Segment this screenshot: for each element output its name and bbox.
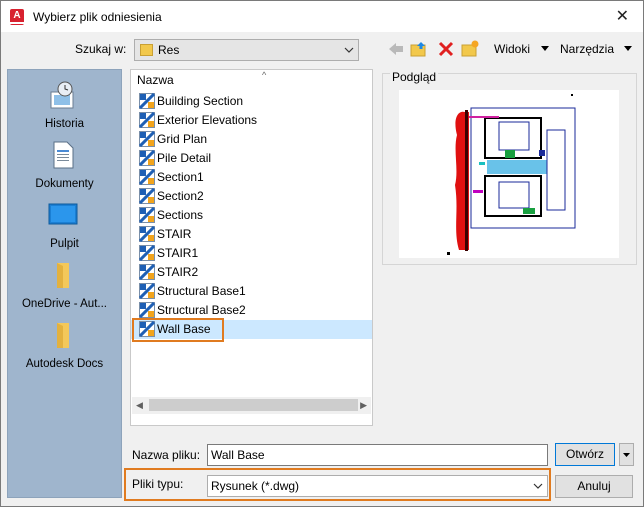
scrollbar-thumb[interactable] <box>149 399 358 411</box>
title-bar: A Wybierz plik odniesienia ✕ <box>1 1 643 32</box>
place-label: Dokumenty <box>35 178 94 190</box>
desktop-icon <box>48 203 78 225</box>
file-name-text: STAIR1 <box>157 246 199 260</box>
tools-menu[interactable]: Narzędzia <box>560 42 614 56</box>
file-name-text: Exterior Elevations <box>157 113 258 127</box>
open-button-label: Otwórz <box>565 447 604 461</box>
tools-dropdown-arrow-icon[interactable] <box>624 46 632 51</box>
places-bar: Historia Dokumenty Pulpit OneDrive - Aut… <box>7 69 122 498</box>
look-in-dropdown[interactable]: Res <box>134 39 359 61</box>
file-name-text: Grid Plan <box>157 132 208 146</box>
place-documents[interactable]: Dokumenty <box>8 134 121 194</box>
place-label: Autodesk Docs <box>25 358 104 370</box>
views-dropdown-arrow-icon[interactable] <box>541 46 549 51</box>
file-name-label: Nazwa pliku: <box>132 448 201 462</box>
new-folder-icon[interactable] <box>461 40 479 58</box>
chevron-down-icon <box>533 483 543 489</box>
file-list-item[interactable]: STAIR <box>131 225 372 244</box>
place-label: Pulpit <box>50 238 79 250</box>
horizontal-scrollbar[interactable]: ◀ ▶ <box>132 397 371 414</box>
file-name-text: Structural Base1 <box>157 284 246 298</box>
dwg-file-icon <box>139 93 155 109</box>
dwg-file-icon <box>139 131 155 147</box>
file-type-dropdown[interactable]: Rysunek (*.dwg) <box>207 475 548 497</box>
dwg-file-icon <box>139 169 155 185</box>
look-in-value: Res <box>158 43 180 57</box>
dwg-file-icon <box>139 150 155 166</box>
dwg-file-icon <box>139 302 155 318</box>
file-list-item[interactable]: Building Section <box>131 92 372 111</box>
dwg-file-icon <box>139 264 155 280</box>
autocad-app-icon: A <box>10 9 24 25</box>
file-name-input[interactable]: Wall Base <box>207 444 548 466</box>
up-folder-icon[interactable] <box>410 40 428 58</box>
file-name-text: STAIR <box>157 227 192 241</box>
file-name-value: Wall Base <box>211 448 265 462</box>
back-arrow-icon[interactable] <box>387 40 405 58</box>
file-list-item[interactable]: Exterior Elevations <box>131 111 372 130</box>
file-list-item[interactable]: STAIR2 <box>131 263 372 282</box>
file-list[interactable]: ^ Nazwa ◀ ▶ Building Section Exterior Ele… <box>130 69 373 426</box>
file-name-text: Section1 <box>157 170 204 184</box>
file-name-text: STAIR2 <box>157 265 199 279</box>
dwg-file-icon <box>139 226 155 242</box>
place-label: Historia <box>45 118 84 130</box>
file-list-item[interactable]: Section1 <box>131 168 372 187</box>
dwg-file-icon <box>139 283 155 299</box>
file-list-item[interactable]: STAIR1 <box>131 244 372 263</box>
preview-label: Podgląd <box>390 70 439 84</box>
place-autodesk-docs[interactable]: Autodesk Docs <box>8 314 121 374</box>
history-icon <box>50 81 74 109</box>
column-header-name[interactable]: Nazwa <box>137 73 174 87</box>
place-history[interactable]: Historia <box>8 74 121 134</box>
dwg-file-icon <box>139 321 155 337</box>
file-list-item[interactable]: Sections <box>131 206 372 225</box>
file-name-text: Structural Base2 <box>157 303 246 317</box>
window-title: Wybierz plik odniesienia <box>33 10 162 24</box>
file-type-label: Pliki typu: <box>132 477 184 491</box>
place-label: OneDrive - Aut... <box>21 298 107 310</box>
folder-icon <box>57 323 69 348</box>
file-list-item[interactable]: Wall Base <box>131 320 372 339</box>
dwg-file-icon <box>139 245 155 261</box>
scroll-right-icon[interactable]: ▶ <box>360 400 367 411</box>
open-options-dropdown[interactable] <box>619 443 634 466</box>
delete-icon[interactable] <box>437 40 455 58</box>
sort-ascending-icon: ^ <box>262 70 267 80</box>
file-name-text: Building Section <box>157 94 244 108</box>
dwg-file-icon <box>139 207 155 223</box>
cancel-button-label: Anuluj <box>577 479 611 493</box>
folder-icon <box>140 44 153 56</box>
place-desktop[interactable]: Pulpit <box>8 194 121 254</box>
file-name-text: Section2 <box>157 189 204 203</box>
open-button[interactable]: Otwórz <box>555 443 615 466</box>
views-menu[interactable]: Widoki <box>494 42 530 56</box>
file-name-text: Sections <box>157 208 204 222</box>
file-list-item[interactable]: Structural Base2 <box>131 301 372 320</box>
close-button[interactable]: ✕ <box>616 6 629 26</box>
file-type-value: Rysunek (*.dwg) <box>211 479 300 493</box>
file-name-text: Wall Base <box>157 322 211 336</box>
documents-icon <box>53 141 74 169</box>
dialog-window: A Wybierz plik odniesienia ✕ Szukaj w: R… <box>0 0 644 507</box>
file-list-item[interactable]: Section2 <box>131 187 372 206</box>
file-list-item[interactable]: Structural Base1 <box>131 282 372 301</box>
file-name-text: Pile Detail <box>157 151 212 165</box>
file-list-item[interactable]: Grid Plan <box>131 130 372 149</box>
file-list-item[interactable]: Pile Detail <box>131 149 372 168</box>
drawing-preview <box>399 90 619 258</box>
place-onedrive[interactable]: OneDrive - Aut... <box>8 254 121 314</box>
look-in-label: Szukaj w: <box>75 42 127 56</box>
chevron-down-icon <box>344 47 354 53</box>
dwg-file-icon <box>139 188 155 204</box>
cancel-button[interactable]: Anuluj <box>555 475 633 498</box>
chevron-down-icon <box>623 453 630 457</box>
dwg-file-icon <box>139 112 155 128</box>
scroll-left-icon[interactable]: ◀ <box>136 400 143 411</box>
folder-icon <box>57 263 69 288</box>
drawing-thumbnail <box>447 94 576 255</box>
